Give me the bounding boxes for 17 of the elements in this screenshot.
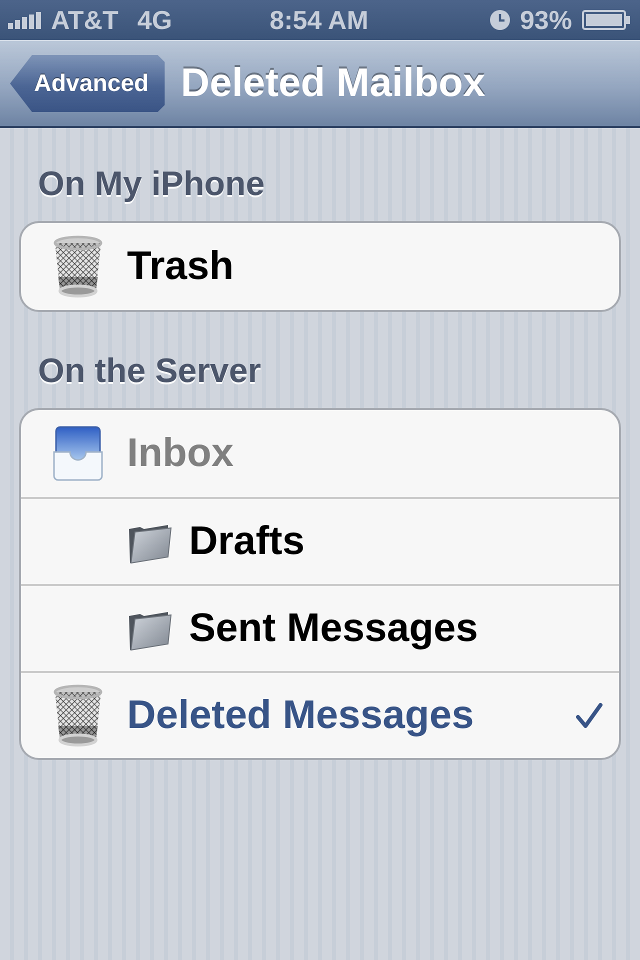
section-header: On the Server [37,351,262,391]
checkmark-icon [575,702,603,730]
signal-icon [8,12,42,28]
inbox-tray-icon [52,426,104,482]
status-time: 8:54 AM [270,4,368,36]
clock-icon [490,10,510,30]
battery-percent: 93% [520,4,572,36]
trash-can-icon [52,684,104,747]
carrier-name: AT&T [51,4,118,36]
battery-icon [582,10,630,30]
trash-can-icon [52,235,104,298]
section-header: On My iPhone [37,164,266,204]
nav-title: Deleted Mailbox [180,61,486,106]
mailbox-row[interactable]: Deleted Messages [21,671,619,758]
back-button[interactable]: Advanced [10,55,165,112]
mailbox-row[interactable]: Trash [21,223,619,310]
network-type: 4G [137,4,172,36]
